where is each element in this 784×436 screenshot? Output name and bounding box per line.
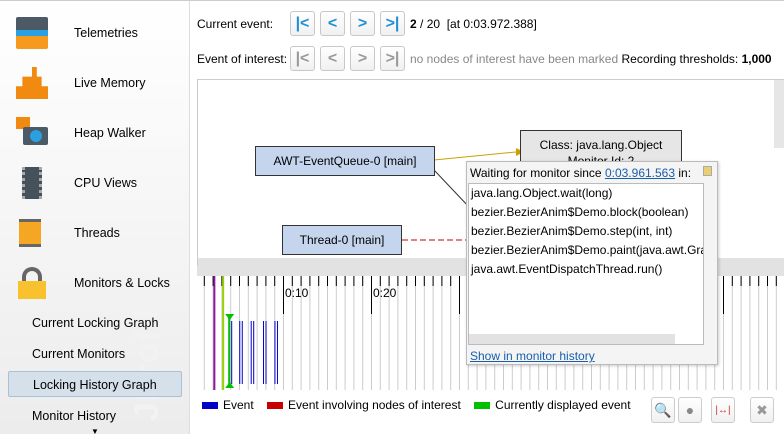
main-panel: Current event: |< < > >| 2 / 20 [at 0:03… (190, 0, 784, 434)
sidebar-subitem-monitor-history[interactable]: Monitor History (32, 409, 116, 423)
stack-horizontal-scrollbar[interactable] (469, 334, 675, 344)
monitor-class: Class: java.lang.Object (539, 138, 663, 152)
tooltip-suffix: in: (678, 166, 692, 180)
stack-frame: java.awt.EventDispatchThread.run() (471, 262, 663, 276)
current-event-row: Current event: |< < > >| 2 / 20 [at 0:03… (197, 11, 537, 36)
sidebar-item-heap-walker[interactable]: Heap Walker (16, 117, 146, 149)
stack-frame: java.lang.Object.wait(long) (471, 186, 613, 200)
current-event-label: Current event: (197, 16, 274, 31)
sidebar-item-label: CPU Views (74, 176, 137, 190)
sidebar-item-telemetries[interactable]: Telemetries (16, 17, 138, 49)
interest-status: no nodes of interest have been marked (410, 51, 619, 66)
current-event-index: 2 (410, 16, 417, 31)
tick-label: 0:10 (285, 286, 309, 300)
event-of-interest-label: Event of interest: (197, 51, 288, 66)
next-event-button[interactable]: > (350, 11, 375, 36)
sidebar-item-label: Threads (74, 226, 120, 240)
tooltip-prefix: Waiting for monitor since (470, 166, 602, 180)
sidebar-item-label: Monitors & Locks (74, 276, 170, 290)
tooltip-header: Waiting for monitor since 0:03.961.563 i… (470, 166, 691, 180)
legend-event: Event (223, 398, 254, 412)
node-awt-eventqueue[interactable]: AWT-EventQueue-0 [main] (255, 146, 435, 176)
event-total: / 20 (420, 16, 441, 31)
last-interest-button[interactable]: >| (380, 46, 405, 71)
legend-swatch-event (202, 401, 218, 409)
sidebar-item-monitors-locks[interactable]: Monitors & Locks (16, 267, 170, 299)
close-button[interactable]: ✖ (750, 397, 774, 423)
graph-vertical-scrollbar[interactable] (774, 80, 784, 148)
sidebar-item-label: Live Memory (74, 76, 146, 90)
sidebar-item-label: Telemetries (74, 26, 138, 40)
next-interest-button[interactable]: > (350, 46, 375, 71)
pin-icon[interactable] (703, 166, 712, 176)
threads-icon (16, 217, 48, 249)
lock-icon (16, 267, 48, 299)
legend-swatch-interest (267, 401, 284, 409)
time-link[interactable]: 0:03.961.563 (605, 166, 675, 180)
legend-interest: Event involving nodes of interest (288, 398, 461, 412)
live-memory-icon (16, 67, 48, 99)
legend: Event Event involving nodes of interest … (202, 398, 631, 412)
sidebar-subitem-current-monitors[interactable]: Current Monitors (32, 347, 125, 361)
stack-frame: bezier.BezierAnim$Demo.block(boolean) (471, 205, 689, 219)
tick-label: 0:20 (373, 286, 397, 300)
sidebar-item-threads[interactable]: Threads (16, 217, 120, 249)
previous-interest-button[interactable]: < (320, 46, 345, 71)
event-timestamp: [at 0:03.972.388] (446, 16, 537, 31)
show-in-monitor-history-link[interactable]: Show in monitor history (470, 349, 595, 363)
edge-awt-owns (433, 169, 471, 209)
legend-swatch-current (474, 401, 491, 409)
sidebar: JProfiler Telemetries Live Memory Heap W… (0, 0, 190, 436)
previous-event-button[interactable]: < (320, 11, 345, 36)
event-of-interest-row: Event of interest: |< < > >| no nodes of… (197, 46, 772, 71)
first-interest-button[interactable]: |< (290, 46, 315, 71)
sidebar-item-cpu-views[interactable]: CPU Views (16, 167, 137, 199)
stack-trace: java.lang.Object.wait(long) bezier.Bezie… (468, 183, 704, 345)
heap-walker-icon (16, 117, 48, 149)
scroll-down-icon[interactable]: ▼ (91, 427, 99, 436)
node-thread-0[interactable]: Thread-0 [main] (282, 225, 402, 255)
close-icon: ✖ (756, 401, 768, 418)
edge-awt-to-monitor (433, 151, 517, 161)
thresholds-label: Recording thresholds: (621, 51, 739, 66)
sidebar-subitem-current-locking-graph[interactable]: Current Locking Graph (32, 316, 158, 330)
current-event-arrow (225, 382, 235, 388)
zoom-out-icon: ● (685, 402, 695, 418)
sidebar-subitem-locking-history-graph[interactable]: Locking History Graph (8, 371, 182, 397)
zoom-in-icon: 🔍 (654, 401, 672, 418)
stack-frame: bezier.BezierAnim$Demo.paint(java.awt.Gr… (471, 243, 704, 257)
thresholds-value: 1,000 (741, 51, 772, 66)
sidebar-item-live-memory[interactable]: Live Memory (16, 67, 146, 99)
fit-button[interactable]: |↔| (711, 397, 735, 423)
sidebar-item-label: Heap Walker (74, 126, 146, 140)
stack-frame: bezier.BezierAnim$Demo.step(int, int) (471, 224, 673, 238)
telemetries-icon (16, 17, 48, 49)
last-event-button[interactable]: >| (380, 11, 405, 36)
zoom-in-button[interactable]: 🔍 (651, 397, 675, 423)
current-event-arrow (225, 314, 235, 320)
zoom-out-button[interactable]: ● (678, 397, 702, 423)
legend-current: Currently displayed event (495, 398, 631, 412)
monitor-tooltip: Waiting for monitor since 0:03.961.563 i… (466, 161, 718, 365)
cpu-views-icon (16, 167, 48, 199)
first-event-button[interactable]: |< (290, 11, 315, 36)
fit-icon: |↔| (715, 404, 731, 416)
